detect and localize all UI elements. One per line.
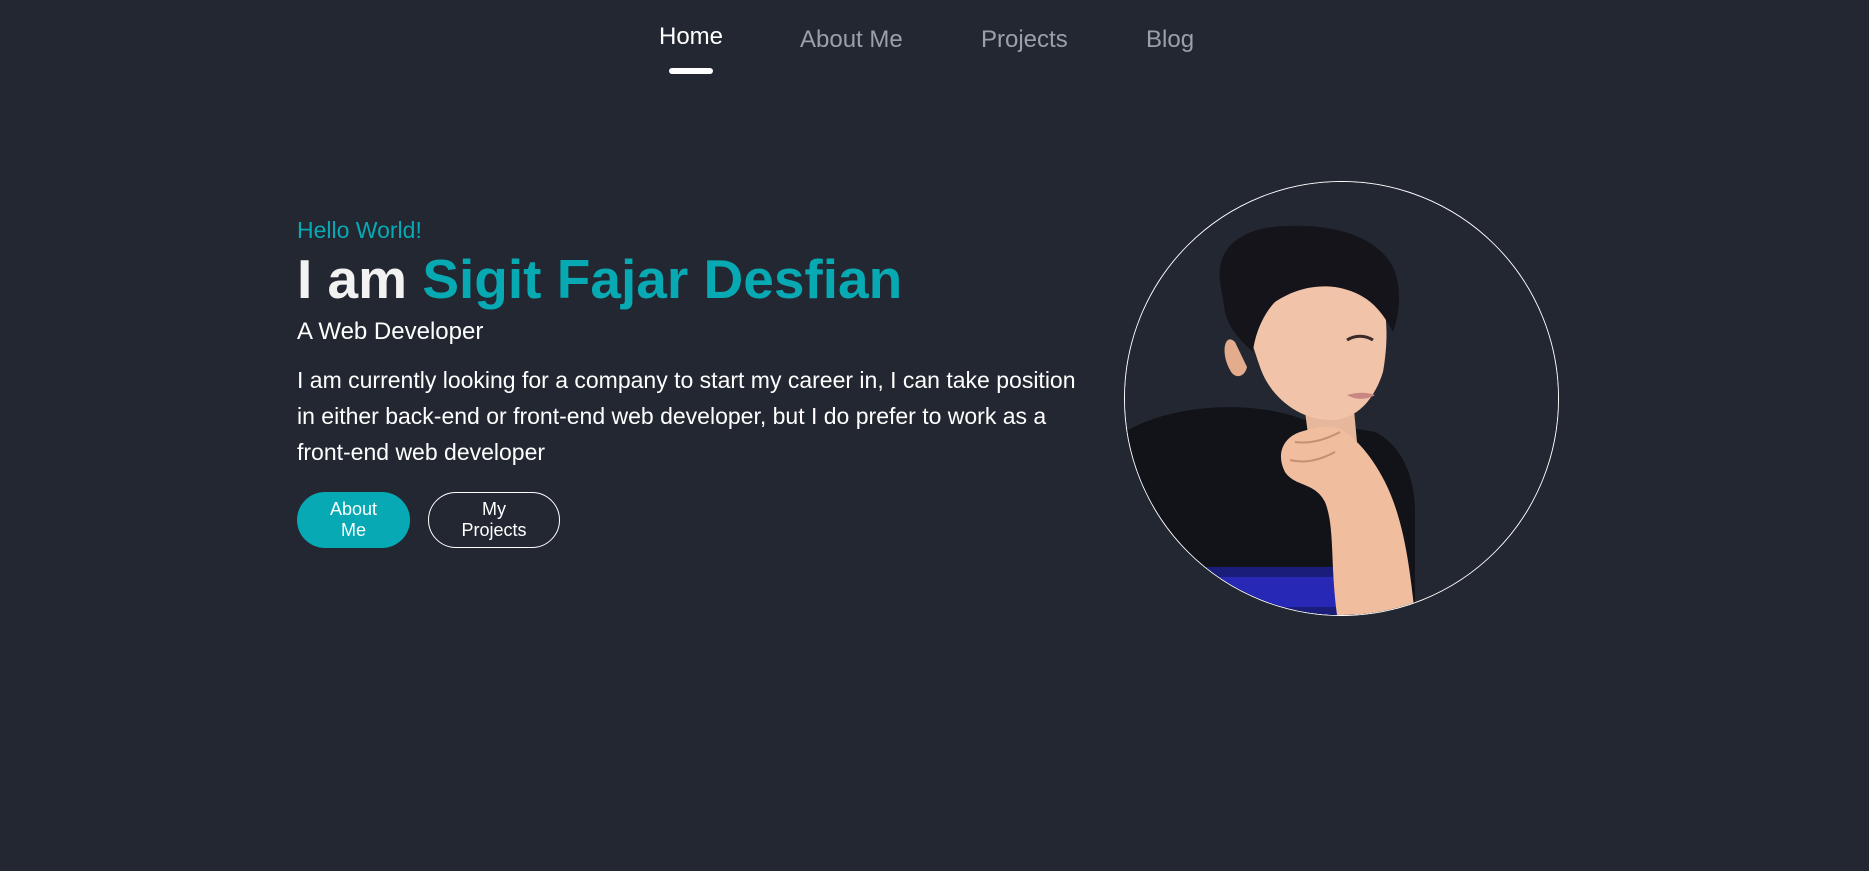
nav-item-blog[interactable]: Blog: [1146, 26, 1194, 54]
hero-section: Hello World! I am Sigit Fajar Desfian A …: [297, 214, 1077, 548]
about-me-button[interactable]: About Me: [297, 492, 410, 548]
role-subtitle: A Web Developer: [297, 318, 484, 345]
nav-item-projects[interactable]: Projects: [981, 26, 1068, 54]
profile-photo-illustration: [1125, 182, 1558, 615]
active-nav-indicator: [669, 68, 713, 74]
greeting-text: Hello World!: [297, 217, 422, 243]
headline: I am Sigit Fajar Desfian: [297, 246, 1077, 312]
my-projects-button[interactable]: My Projects: [428, 492, 560, 548]
nav-item-home[interactable]: Home: [659, 23, 723, 51]
nav-item-about-me[interactable]: About Me: [800, 26, 903, 54]
bio-paragraph: I am currently looking for a company to …: [297, 367, 1076, 465]
developer-name: Sigit Fajar Desfian: [422, 248, 903, 310]
profile-photo: [1124, 181, 1559, 616]
hero-buttons: About Me My Projects: [297, 492, 1077, 548]
top-navigation: Home About Me Projects Blog: [0, 0, 1869, 90]
headline-prefix: I am: [297, 248, 423, 310]
